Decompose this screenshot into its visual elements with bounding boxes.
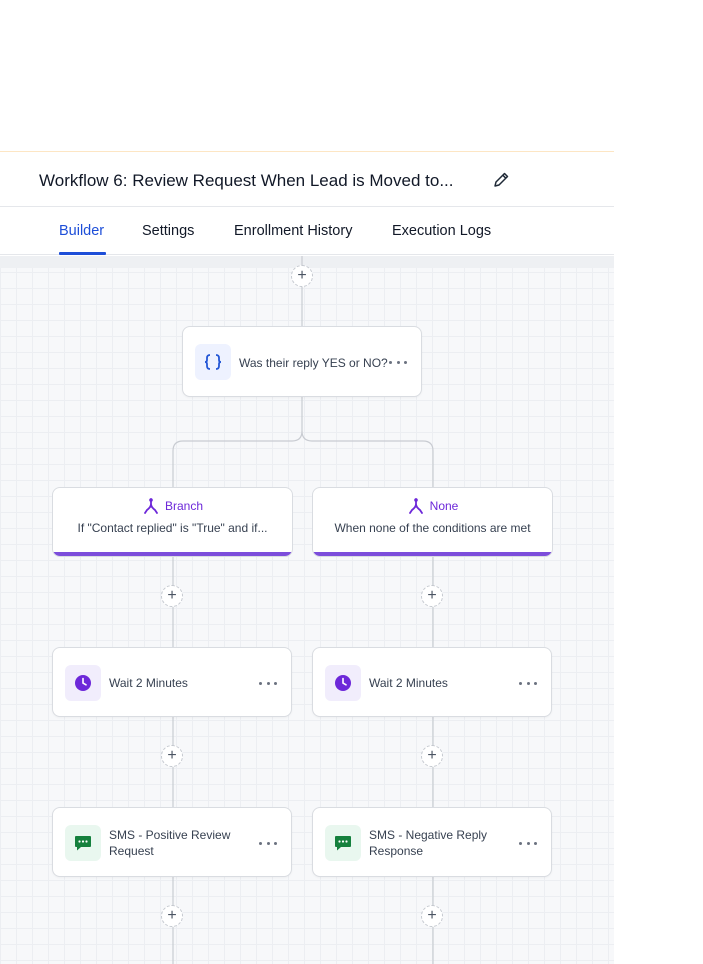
clock-icon xyxy=(325,665,361,701)
condition-node[interactable]: Was their reply YES or NO? xyxy=(182,326,422,397)
branch-card-right[interactable]: None When none of the conditions are met xyxy=(312,487,553,557)
branch-accent-bar xyxy=(313,552,552,556)
wait-more-button[interactable] xyxy=(519,676,537,690)
edit-title-button[interactable] xyxy=(490,169,512,191)
add-step-button[interactable]: + xyxy=(421,585,443,607)
sms-label-line1: SMS - Positive Review xyxy=(109,828,231,842)
sms-icon xyxy=(325,825,361,861)
active-tab-indicator xyxy=(59,252,106,255)
workflow-title: Workflow 6: Review Request When Lead is … xyxy=(39,171,454,190)
tab-builder[interactable]: Builder xyxy=(59,223,104,239)
sms-node-left[interactable]: SMS - Positive Review Request xyxy=(52,807,292,877)
add-step-button[interactable]: + xyxy=(421,905,443,927)
condition-label: Was their reply YES or NO? xyxy=(239,356,388,370)
none-branch-description: When none of the conditions are met xyxy=(334,521,531,535)
branch-accent-bar xyxy=(53,552,292,556)
tab-execution-logs[interactable]: Execution Logs xyxy=(392,223,491,239)
branch-icon xyxy=(144,498,158,514)
sms-label: SMS - Negative Reply Response xyxy=(369,827,487,859)
pencil-icon xyxy=(494,172,509,187)
tab-enrollment-history[interactable]: Enrollment History xyxy=(234,223,352,239)
sms-node-right[interactable]: SMS - Negative Reply Response xyxy=(312,807,552,877)
wait-more-button[interactable] xyxy=(259,676,277,690)
sms-label-line1: SMS - Negative Reply xyxy=(369,828,488,842)
sms-icon xyxy=(65,825,101,861)
none-branch-title: None xyxy=(429,499,459,513)
add-step-button[interactable]: + xyxy=(161,905,183,927)
wait-label: Wait 2 Minutes xyxy=(109,676,188,690)
tab-bar: Builder Settings Enrollment History Exec… xyxy=(0,208,614,255)
condition-more-button[interactable] xyxy=(389,355,407,369)
add-step-button[interactable]: + xyxy=(161,745,183,767)
branch-description: If "Contact replied" is "True" and if... xyxy=(77,521,268,535)
wait-node-left[interactable]: Wait 2 Minutes xyxy=(52,647,292,717)
tab-settings[interactable]: Settings xyxy=(142,223,194,239)
wait-label: Wait 2 Minutes xyxy=(369,676,448,690)
workflow-header: Workflow 6: Review Request When Lead is … xyxy=(0,152,614,207)
wait-node-right[interactable]: Wait 2 Minutes xyxy=(312,647,552,717)
sms-more-button[interactable] xyxy=(259,836,277,850)
sms-label-line2: Response xyxy=(369,844,424,858)
add-step-button[interactable]: + xyxy=(291,265,313,287)
sms-label-line2: Request xyxy=(109,844,154,858)
add-step-button[interactable]: + xyxy=(421,745,443,767)
braces-icon xyxy=(195,344,231,380)
sms-more-button[interactable] xyxy=(519,836,537,850)
branch-title: Branch xyxy=(164,499,204,513)
add-step-button[interactable]: + xyxy=(161,585,183,607)
branch-card-left[interactable]: Branch If "Contact replied" is "True" an… xyxy=(52,487,293,557)
sms-label: SMS - Positive Review Request xyxy=(109,827,230,859)
branch-icon xyxy=(408,498,423,514)
workflow-builder-app: Workflow 6: Review Request When Lead is … xyxy=(0,0,614,964)
clock-icon xyxy=(65,665,101,701)
workflow-canvas[interactable]: + Was their reply YES or NO? Branch If "… xyxy=(0,256,614,964)
